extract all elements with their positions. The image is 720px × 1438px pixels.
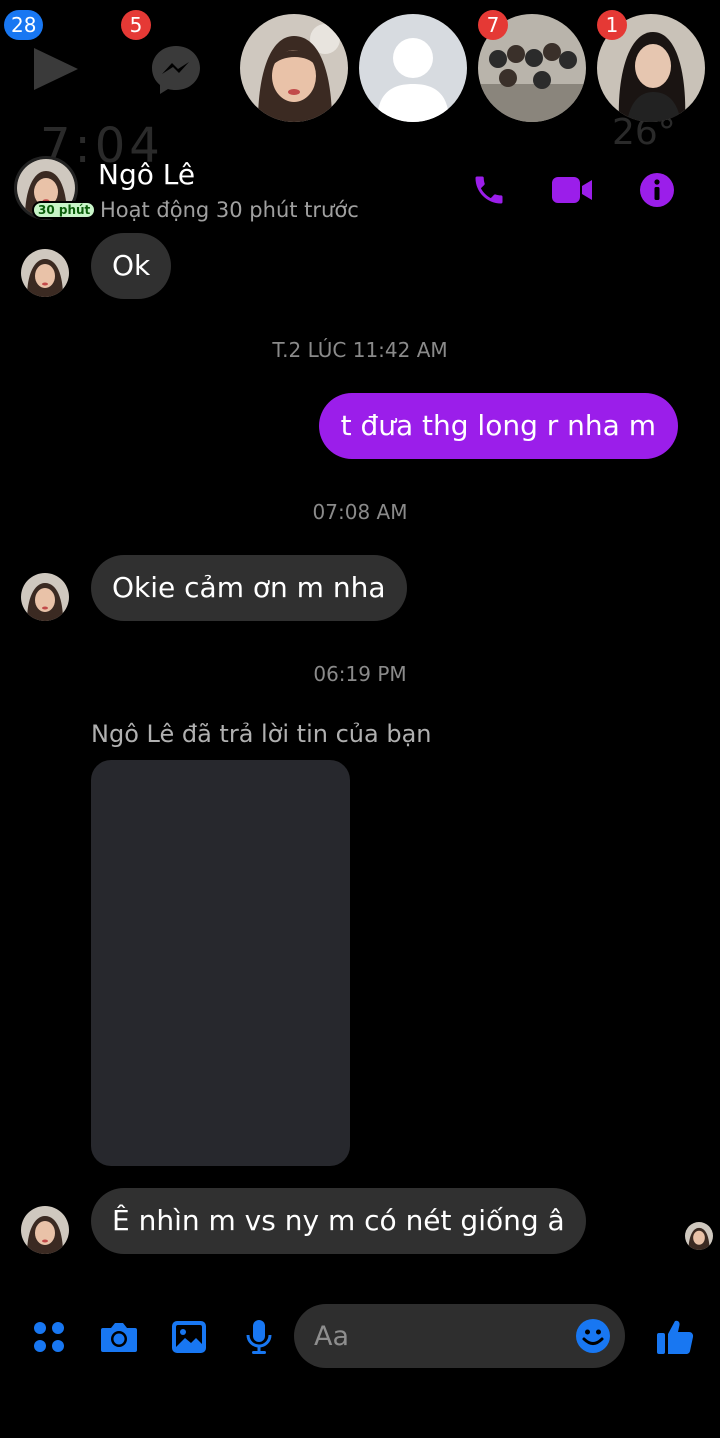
- sender-avatar: [21, 1206, 69, 1254]
- seen-receipt-avatar: [685, 1222, 713, 1250]
- chat-head-girl-avatar[interactable]: [240, 14, 348, 122]
- contact-name[interactable]: Ngô Lê: [98, 158, 195, 191]
- group-badge: 7: [478, 10, 508, 40]
- replied-message-preview[interactable]: [91, 760, 350, 1166]
- message-bubble-outgoing[interactable]: t đưa thg long r nha m: [318, 393, 678, 459]
- composer-bar: [0, 1300, 720, 1374]
- apps-icon[interactable]: [26, 1314, 72, 1360]
- active-time-pill: 30 phút: [32, 201, 97, 219]
- video-icon[interactable]: [550, 168, 594, 212]
- timestamp: 06:19 PM: [313, 662, 407, 686]
- message-input-container: [294, 1304, 625, 1368]
- last-badge: 1: [597, 10, 627, 40]
- message-bubble-incoming[interactable]: Ok: [91, 233, 172, 299]
- message-input[interactable]: [314, 1304, 564, 1368]
- emoji-icon[interactable]: [575, 1318, 611, 1354]
- play-icon[interactable]: [28, 44, 84, 94]
- chat-head-default-avatar[interactable]: [359, 14, 467, 122]
- play-badge: 28: [4, 10, 44, 40]
- info-icon[interactable]: [635, 168, 679, 212]
- gallery-icon[interactable]: [166, 1314, 212, 1360]
- like-icon[interactable]: [652, 1314, 698, 1360]
- sender-avatar: [21, 249, 69, 297]
- conversation-header: 30 phút Ngô Lê Hoạt động 30 phút trước: [0, 150, 720, 230]
- contact-status: Hoạt động 30 phút trước: [100, 198, 359, 222]
- message-bubble-incoming[interactable]: Okie cảm ơn m nha: [91, 555, 407, 621]
- chat-heads-bar: 7:04 26° 28 5 7 1: [0, 0, 720, 174]
- timestamp: 07:08 AM: [312, 500, 408, 524]
- reply-note: Ngô Lê đã trả lời tin của bạn: [91, 720, 432, 748]
- camera-icon[interactable]: [96, 1314, 142, 1360]
- messenger-icon[interactable]: [148, 42, 204, 98]
- sender-avatar: [21, 573, 69, 621]
- message-bubble-incoming[interactable]: Ê nhìn m vs ny m có nét giống â: [91, 1188, 586, 1254]
- messenger-badge: 5: [121, 10, 151, 40]
- phone-icon[interactable]: [467, 168, 511, 212]
- timestamp: T.2 LÚC 11:42 AM: [272, 338, 448, 362]
- mic-icon[interactable]: [236, 1314, 282, 1360]
